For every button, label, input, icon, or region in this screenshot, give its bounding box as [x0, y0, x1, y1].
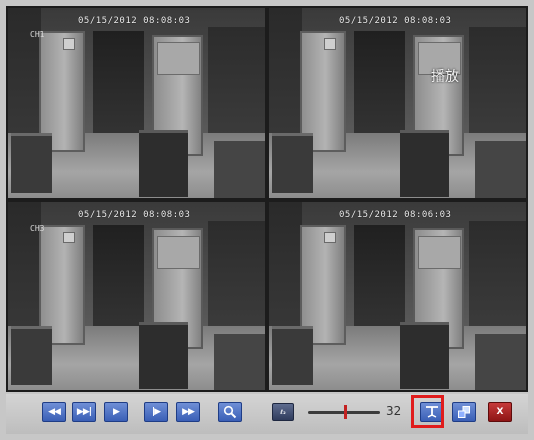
highlight-box	[411, 395, 444, 428]
camera-channel-label: CH3	[30, 224, 45, 233]
playback-control-bar: ◀◀ ▶▶| ▶ |▶ ▶▶ ℓ₂ 32 X	[6, 394, 528, 434]
camera-scene	[8, 8, 265, 198]
speed-button[interactable]: ℓ₂	[272, 403, 294, 421]
speed-slider[interactable]	[308, 405, 380, 419]
camera-scene	[269, 8, 526, 198]
camera-channel-label: CH1	[30, 30, 45, 39]
fullscreen-button[interactable]	[452, 402, 476, 422]
camera-view-4[interactable]: 05/15/2012 08:06:03	[269, 202, 526, 390]
camera-view-2[interactable]: 05/15/2012 08:08:03 播放	[269, 8, 526, 198]
play-button[interactable]: ▶	[104, 402, 128, 422]
frame-step-button[interactable]: |▶	[144, 402, 168, 422]
dvr-playback-screen: 05/15/2012 08:08:03 CH1 05/15/2012 08:08…	[0, 0, 534, 440]
close-button[interactable]: X	[488, 402, 512, 422]
camera-scene	[8, 202, 265, 390]
slider-value: 32	[386, 404, 402, 418]
camera-view-1[interactable]: 05/15/2012 08:08:03 CH1	[8, 8, 265, 198]
fast-step-button[interactable]: ▶▶|	[72, 402, 96, 422]
rewind-button[interactable]: ◀◀	[42, 402, 66, 422]
camera-scene	[269, 202, 526, 390]
fullscreen-icon	[458, 406, 470, 418]
slider-thumb[interactable]	[344, 405, 347, 419]
camera-view-3[interactable]: 05/15/2012 08:08:03 CH3	[8, 202, 265, 390]
camera-grid: 05/15/2012 08:08:03 CH1 05/15/2012 08:08…	[6, 6, 528, 392]
camera-timestamp: 05/15/2012 08:08:03	[339, 16, 452, 26]
camera-timestamp: 05/15/2012 08:08:03	[78, 210, 191, 220]
camera-timestamp: 05/15/2012 08:08:03	[78, 16, 191, 26]
zoom-button[interactable]	[218, 402, 242, 422]
magnifier-icon	[223, 405, 237, 419]
fast-forward-button[interactable]: ▶▶	[176, 402, 200, 422]
playback-status-text: 播放	[431, 69, 459, 85]
camera-timestamp: 05/15/2012 08:06:03	[339, 210, 452, 220]
